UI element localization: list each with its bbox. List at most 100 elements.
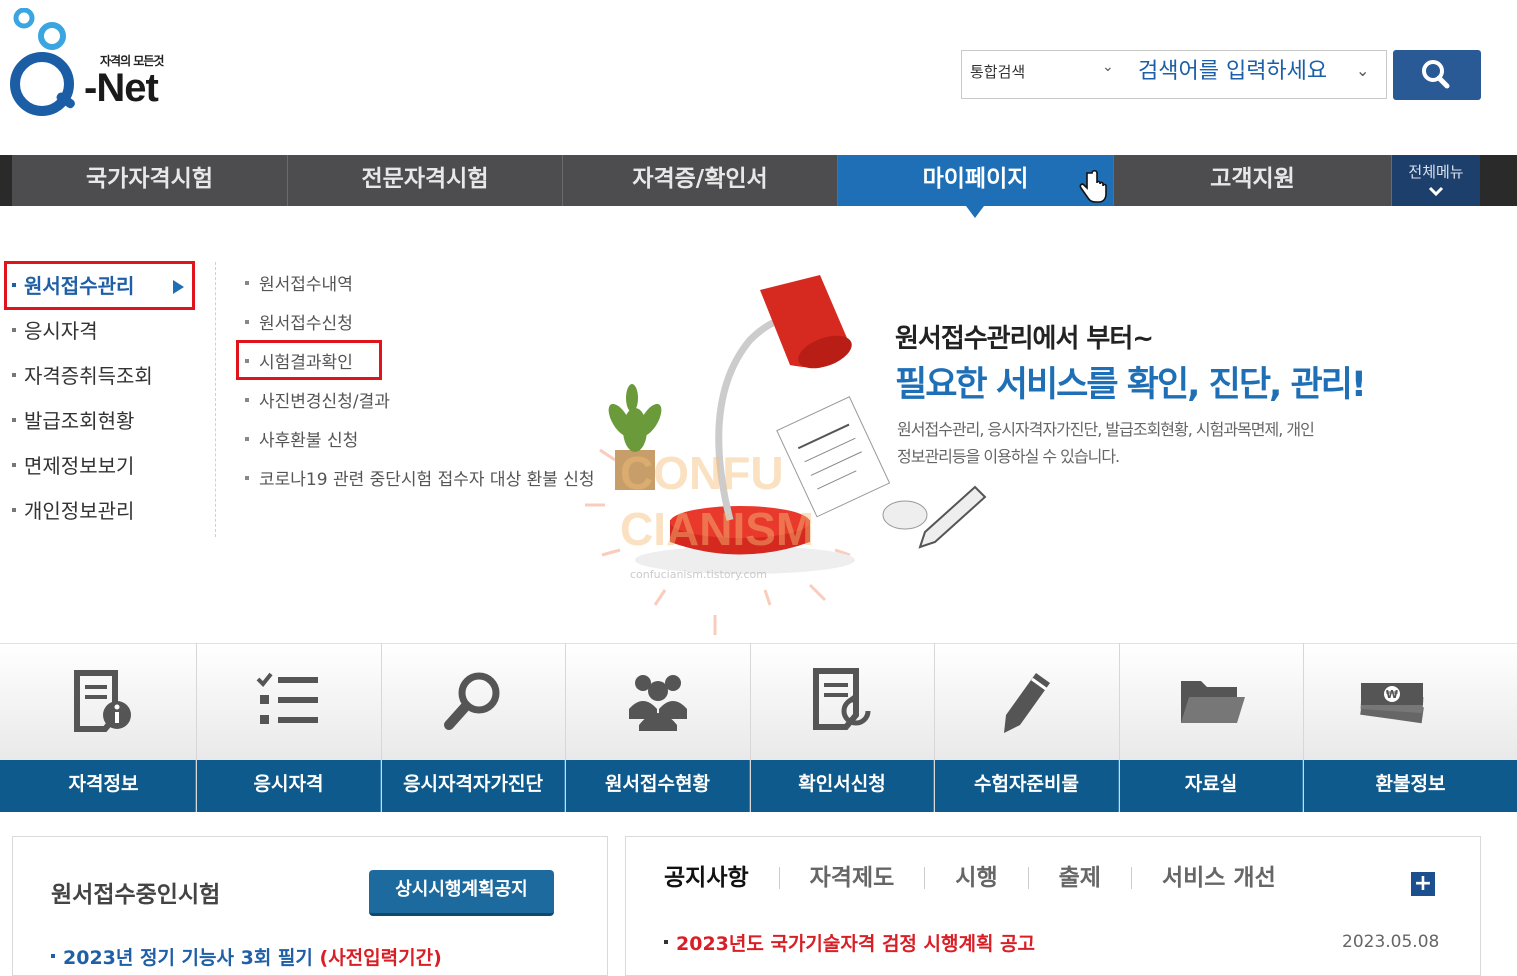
watermark-line: CIANISM	[620, 503, 815, 555]
bullet	[245, 280, 249, 285]
people-icon	[629, 675, 687, 731]
left-menu-label: 발급조회현황	[24, 409, 135, 433]
sub-menu-item-photo-change[interactable]: 사진변경신청/결과	[245, 380, 595, 419]
left-menu-item-license-lookup[interactable]: 자격증취득조회	[10, 352, 215, 397]
bullet	[245, 319, 249, 324]
notice-title: 2023년도 국가기술자격 검정 시행계획 공고	[676, 933, 1036, 955]
all-menu-button[interactable]: 전체메뉴	[1392, 155, 1480, 206]
sub-menu-label: 사진변경신청/결과	[259, 392, 390, 412]
play-arrow-icon	[173, 280, 184, 294]
checklist-icon	[256, 672, 318, 724]
promo-description: 원서접수관리, 응시자격자가진단, 발급조회현황, 시험과목면제, 개인정보관리…	[897, 420, 1315, 466]
left-menu-label: 응시자격	[24, 319, 98, 343]
left-menu-item-exemption[interactable]: 면제정보보기	[10, 442, 215, 487]
left-menu-label: 자격증취득조회	[24, 364, 153, 388]
document-return-icon	[812, 668, 870, 730]
bullet	[664, 940, 668, 944]
bullet	[12, 372, 16, 377]
sub-menu-item-apply[interactable]: 원서접수신청	[245, 302, 595, 341]
quick-menu-self-diagnosis[interactable]: 응시자격자가진단	[382, 643, 566, 812]
search-box: 통합검색 ⌄ ⌄	[961, 50, 1387, 99]
tab-notice[interactable]: 공지사항	[664, 867, 780, 890]
quick-menu-qualification-info[interactable]: 자격정보	[12, 643, 197, 812]
hand-cursor-icon	[1079, 170, 1107, 203]
quick-menu-exam-supplies[interactable]: 수험자준비물	[935, 643, 1120, 812]
tab-service-improvement[interactable]: 서비스 개선	[1132, 867, 1306, 890]
sub-menu-label: 원서접수내역	[259, 275, 353, 295]
search-category-select[interactable]: 통합검색	[970, 61, 1025, 82]
chevron-down-icon	[1428, 186, 1444, 197]
quick-menu-eligibility[interactable]: 응시자격	[197, 643, 382, 812]
svg-text:₩: ₩	[1386, 688, 1398, 701]
nav-item-professional-exam[interactable]: 전문자격시험	[288, 155, 563, 206]
open-exams-box: 원서접수중인시험 상시시행계획공지 2023년 정기 기능사 3회 필기 (사전…	[12, 836, 608, 976]
sub-menu-label: 원서접수신청	[259, 314, 353, 334]
quick-menu-label: 응시자격	[197, 760, 381, 812]
sub-menu-label: 코로나19 관련 중단시험 접수자 대상 환불 신청	[259, 470, 595, 490]
qnet-logo[interactable]: 자격의 모든것 -Net	[8, 7, 188, 123]
nav-left-edge	[0, 155, 12, 206]
bullet	[51, 954, 55, 958]
tab-question-setting[interactable]: 출제	[1029, 867, 1132, 890]
bullet	[245, 436, 249, 441]
nav-right-edge	[1480, 155, 1517, 206]
sub-highlight-box	[236, 340, 382, 380]
nav-active-pointer	[966, 206, 984, 218]
logo-text: -Net	[84, 66, 159, 110]
sub-menu-item-application-history[interactable]: 원서접수내역	[245, 263, 595, 302]
bullet	[245, 475, 249, 480]
promo-heading: 원서접수관리에서 부터~	[895, 324, 1154, 354]
bullet	[12, 327, 16, 332]
quick-menu-certificate-request[interactable]: 확인서신청	[751, 643, 935, 812]
chevron-down-icon[interactable]: ⌄	[1102, 59, 1114, 75]
quick-menu-label: 원서접수현황	[566, 760, 750, 812]
quick-menu-archive[interactable]: 자료실	[1120, 643, 1304, 812]
search-input[interactable]	[1138, 59, 1353, 84]
document-info-icon	[74, 670, 131, 732]
mypage-sub-menu: 원서접수내역 원서접수신청 시험결과확인 사진변경신청/결과 사후환불 신청 코…	[245, 263, 595, 497]
quick-menu-refund-info[interactable]: ₩ 환불정보	[1304, 643, 1517, 812]
nav-item-certificate[interactable]: 자격증/확인서	[563, 155, 838, 206]
left-menu-item-eligibility[interactable]: 응시자격	[10, 307, 215, 352]
regular-plan-notice-button[interactable]: 상시시행계획공지	[369, 870, 554, 916]
sub-menu-item-covid-refund[interactable]: 코로나19 관련 중단시험 접수자 대상 환불 신청	[245, 458, 595, 497]
sub-menu-item-refund[interactable]: 사후환불 신청	[245, 419, 595, 458]
bullet	[12, 462, 16, 467]
magnifier-icon	[443, 672, 499, 730]
bullet	[245, 397, 249, 402]
quick-menu-label: 환불정보	[1375, 773, 1446, 795]
promo-headline: 필요한 서비스를 확인, 진단, 관리!	[895, 365, 1367, 405]
search-button[interactable]	[1393, 50, 1481, 100]
bullet	[12, 507, 16, 512]
all-menu-label: 전체메뉴	[1408, 163, 1464, 181]
watermark-url: confucianism.tistory.com	[630, 568, 768, 581]
quick-menu-label: 자료실	[1120, 760, 1303, 812]
nav-item-national-exam[interactable]: 국가자격시험	[12, 155, 288, 206]
search-icon	[1422, 60, 1450, 89]
left-menu-item-personal-info[interactable]: 개인정보관리	[10, 487, 215, 532]
left-menu-label: 면제정보보기	[24, 454, 135, 478]
quick-menu-application-status[interactable]: 원서접수현황	[566, 643, 751, 812]
open-exams-title: 원서접수중인시험	[51, 882, 221, 908]
bullet	[12, 417, 16, 422]
quick-menu-label: 수험자준비물	[935, 760, 1119, 812]
folder-icon	[1180, 681, 1245, 723]
chevron-down-icon[interactable]: ⌄	[1356, 61, 1369, 80]
watermark-line: CONFU	[620, 447, 784, 499]
sub-menu-label: 사후환불 신청	[259, 431, 359, 451]
tab-qualification-system[interactable]: 자격제도	[780, 867, 926, 890]
quick-menu-label: 응시자격자가진단	[382, 760, 565, 812]
more-notices-button[interactable]: +	[1411, 872, 1435, 896]
nav-item-customer-support[interactable]: 고객지원	[1114, 155, 1392, 206]
tab-administration[interactable]: 시행	[925, 867, 1029, 890]
nav-item-mypage[interactable]: 마이페이지	[838, 155, 1114, 206]
notice-item[interactable]: 2023년도 국가기술자격 검정 시행계획 공고	[664, 929, 1035, 956]
left-active-highlight-box	[4, 261, 195, 310]
left-menu-item-issue-status[interactable]: 발급조회현황	[10, 397, 215, 442]
menu-divider	[215, 262, 216, 537]
notice-tabs: 공지사항 자격제도 시행 출제 서비스 개선	[664, 867, 1306, 890]
quick-menu-label: 자격정보	[12, 760, 196, 812]
quick-menu-label: 확인서신청	[751, 760, 934, 812]
money-icon: ₩	[1360, 683, 1424, 724]
notice-date: 2023.05.08	[1342, 932, 1440, 952]
